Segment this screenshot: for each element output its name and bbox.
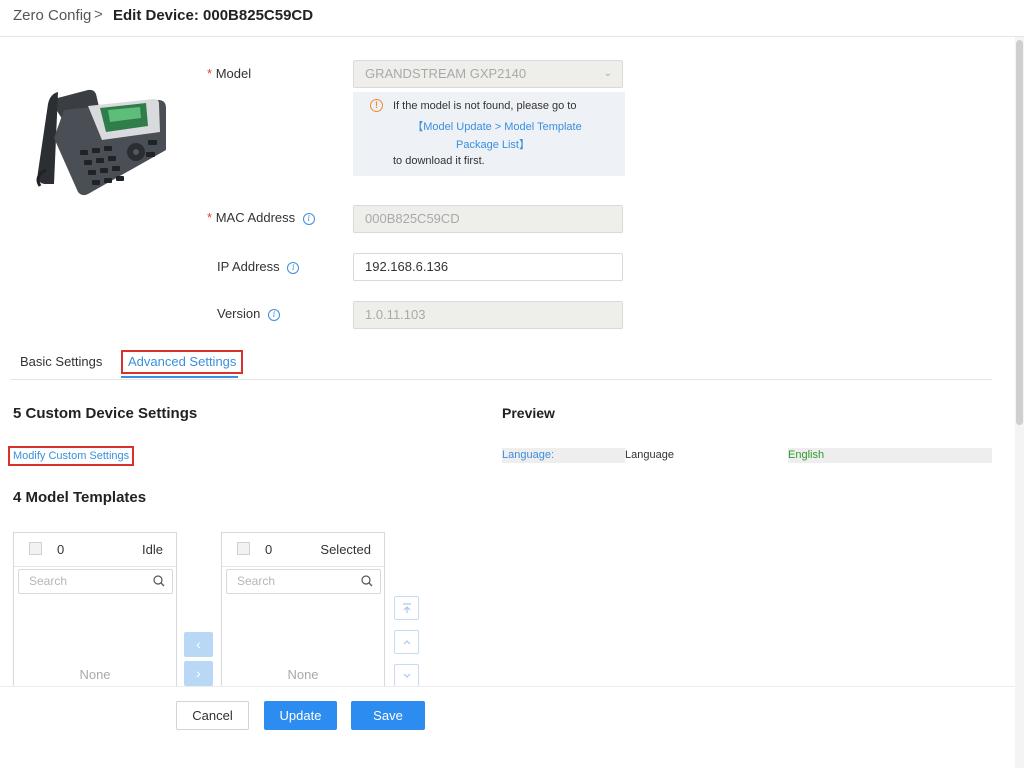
search-icon xyxy=(153,575,165,587)
info-icon[interactable]: i xyxy=(268,309,280,321)
ip-address-label: IP Address i xyxy=(217,259,300,274)
notice-line-2: to download it first. xyxy=(393,155,485,167)
preview-key: Language: xyxy=(502,448,625,463)
model-update-link[interactable]: 【Model Update > Model Template xyxy=(353,118,641,134)
tab-divider xyxy=(10,379,992,380)
model-templates-title: 4 Model Templates xyxy=(13,489,147,506)
move-down-button[interactable] xyxy=(394,664,419,688)
move-right-button[interactable]: › xyxy=(184,661,213,686)
notice-line-1: If the model is not found, please go to xyxy=(393,100,577,112)
required-marker: * xyxy=(207,210,213,225)
selected-count: 0 xyxy=(265,542,273,557)
selected-panel: 0 Selected Search None xyxy=(221,532,385,688)
breadcrumb-zero-config[interactable]: Zero Config xyxy=(13,7,91,24)
update-button[interactable]: Update xyxy=(264,701,337,730)
idle-panel: 0 Idle Search None xyxy=(13,532,177,688)
phone-device-image xyxy=(36,89,166,196)
chevron-down-icon xyxy=(403,673,410,678)
active-tab-indicator xyxy=(121,376,238,378)
move-left-button[interactable]: ‹ xyxy=(184,632,213,657)
tab-advanced-settings[interactable]: Advanced Settings xyxy=(121,350,244,374)
divider xyxy=(14,566,176,567)
move-up-button[interactable] xyxy=(394,630,419,654)
tab-basic-settings[interactable]: Basic Settings xyxy=(20,354,102,369)
idle-count: 0 xyxy=(57,542,65,557)
mac-address-label: * MAC Address i xyxy=(207,210,315,225)
package-list-link[interactable]: Package List】 xyxy=(353,136,633,152)
info-icon[interactable]: i xyxy=(287,262,300,274)
idle-title: Idle xyxy=(142,542,163,557)
chevron-up-icon xyxy=(403,640,410,645)
footer-bar xyxy=(0,686,1015,769)
selected-select-all-checkbox[interactable] xyxy=(237,542,250,555)
preview-row: Language: Language English xyxy=(502,448,992,463)
required-marker: * xyxy=(207,66,213,81)
modify-custom-settings-link[interactable]: Modify Custom Settings xyxy=(8,446,135,466)
idle-select-all-checkbox[interactable] xyxy=(29,542,42,555)
ip-address-input[interactable]: 192.168.6.136 xyxy=(353,253,623,281)
preview-name: Language xyxy=(625,449,674,461)
preview-value: English xyxy=(788,448,992,463)
preview-title: Preview xyxy=(502,405,555,421)
move-top-button[interactable] xyxy=(394,596,419,620)
chevron-down-icon: ⌄ xyxy=(603,68,612,79)
search-icon xyxy=(361,575,373,587)
idle-empty: None xyxy=(79,667,111,682)
version-label: Version i xyxy=(217,306,280,321)
cancel-button[interactable]: Cancel xyxy=(176,701,249,730)
model-select[interactable]: GRANDSTREAM GXP2140 ⌄ xyxy=(353,60,623,88)
mac-address-field: 000B825C59CD xyxy=(353,205,623,233)
move-top-icon xyxy=(402,603,411,613)
selected-search-input[interactable]: Search xyxy=(226,569,381,594)
warning-icon: ! xyxy=(370,99,383,112)
custom-settings-title: 5 Custom Device Settings xyxy=(13,405,198,422)
page-title: Edit Device: 000B825C59CD xyxy=(113,7,314,24)
selected-empty: None xyxy=(287,667,319,682)
model-label: * Model xyxy=(207,66,252,81)
scrollbar-thumb[interactable] xyxy=(1016,40,1023,425)
breadcrumb-separator: > xyxy=(94,6,103,23)
save-button[interactable]: Save xyxy=(351,701,425,730)
version-field: 1.0.11.103 xyxy=(353,301,623,329)
info-icon[interactable]: i xyxy=(302,213,315,225)
idle-search-input[interactable]: Search xyxy=(18,569,173,594)
divider xyxy=(222,566,384,567)
selected-title: Selected xyxy=(320,542,371,557)
